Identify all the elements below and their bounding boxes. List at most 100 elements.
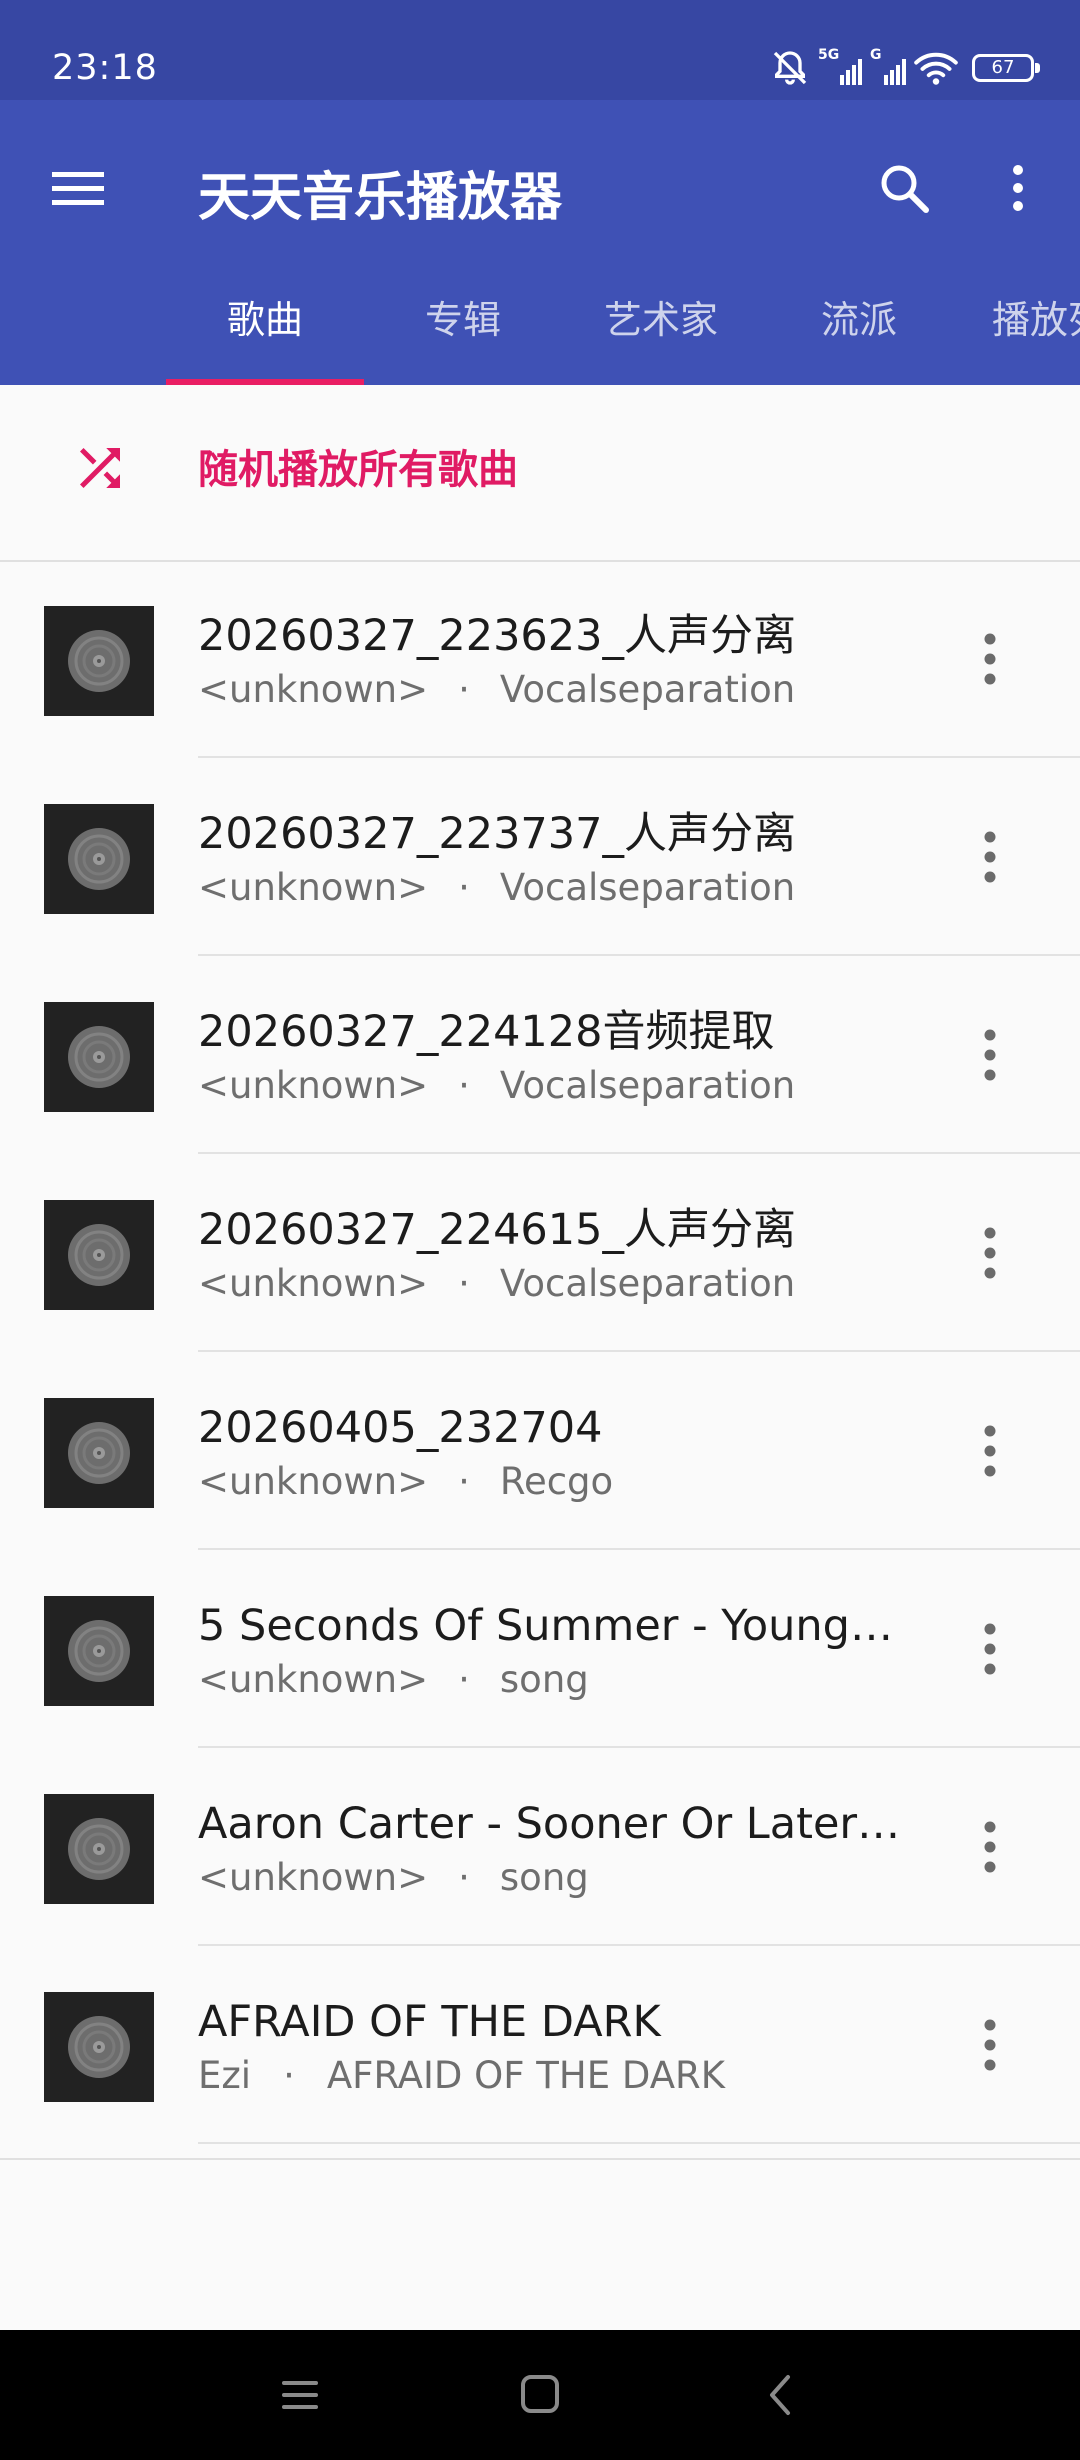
separator: · (458, 1262, 470, 1305)
song-album: AFRAID OF THE DARK (326, 2054, 725, 2097)
status-icons: 5G G 67 (770, 44, 1040, 92)
more-vert-icon[interactable] (960, 1808, 1020, 1886)
album-art (44, 1794, 154, 1904)
bell-off-icon (773, 51, 807, 85)
song-title: 5 Seconds Of Summer - Young… (198, 1601, 893, 1651)
vinyl-icon (68, 1422, 130, 1484)
tab-playlists[interactable]: 播放列表 (960, 270, 1080, 385)
battery-icon: 67 (972, 54, 1040, 82)
song-album: Vocalseparation (499, 1064, 796, 1107)
song-subtitle: <unknown> · song (198, 1656, 908, 1704)
more-vert-icon[interactable] (960, 1412, 1020, 1490)
song-subtitle: <unknown> · Vocalseparation (198, 666, 908, 714)
album-art (44, 1200, 154, 1310)
tab-albums[interactable]: 专辑 (364, 270, 562, 385)
song-row[interactable]: 20260327_223737_人声分离 <unknown> · Vocalsepa… (0, 758, 1080, 956)
list-end-divider (0, 2158, 1080, 2160)
separator: · (458, 668, 470, 711)
song-row[interactable]: 20260327_223623_人声分离 <unknown> · Vocalsepa… (0, 560, 1080, 758)
network-g-label: G (870, 47, 882, 63)
status-bar: 23:18 5G G 67 (0, 0, 1080, 100)
song-row[interactable]: 20260327_224128音频提取 <unknown> · Vocalsepar… (0, 956, 1080, 1154)
shuffle-all-button[interactable]: 随机播放所有歌曲 (0, 385, 1080, 560)
tab-artists[interactable]: 艺术家 (562, 270, 760, 385)
signal-icon: G (870, 47, 906, 85)
status-time: 23:18 (52, 48, 158, 88)
app-bar: 天天音乐播放器 歌曲 专辑 艺术家 流派 播放列表 (0, 100, 1080, 385)
vinyl-icon (68, 1026, 130, 1088)
more-vert-icon[interactable] (960, 1610, 1020, 1688)
song-subtitle: <unknown> · Vocalseparation (198, 1260, 908, 1308)
signal-icon: 5G (818, 47, 862, 85)
vinyl-icon (68, 1620, 130, 1682)
album-art (44, 606, 154, 716)
network-5g-label: 5G (818, 47, 840, 63)
separator: · (283, 2054, 295, 2097)
shuffle-label: 随机播放所有歌曲 (198, 447, 518, 493)
song-artist: <unknown> (198, 1658, 429, 1701)
song-artist: <unknown> (198, 1064, 429, 1107)
song-album: Vocalseparation (499, 866, 796, 909)
more-vert-icon[interactable] (960, 2006, 1020, 2084)
album-art (44, 804, 154, 914)
tab-genres[interactable]: 流派 (760, 270, 958, 385)
song-row[interactable]: 20260327_224615_人声分离 <unknown> · Vocalsepa… (0, 1154, 1080, 1352)
song-subtitle: <unknown> · Vocalseparation (198, 864, 908, 912)
search-icon[interactable] (866, 150, 942, 226)
song-list: 20260327_223623_人声分离 <unknown> · Vocalsepa… (0, 560, 1080, 2144)
song-artist: Ezi (198, 2054, 252, 2097)
home-icon[interactable] (505, 2360, 575, 2430)
album-art (44, 1992, 154, 2102)
song-subtitle: Ezi · AFRAID OF THE DARK (198, 2052, 908, 2100)
more-vert-icon[interactable] (960, 620, 1020, 698)
vinyl-icon (68, 1818, 130, 1880)
separator: · (458, 1064, 470, 1107)
song-title: Aaron Carter - Sooner Or Later… (198, 1799, 901, 1849)
song-album: Recgo (499, 1460, 614, 1503)
song-title: 20260405_232704 (198, 1403, 603, 1453)
separator: · (458, 1658, 470, 1701)
song-row[interactable]: AFRAID OF THE DARK Ezi · AFRAID OF THE DAR… (0, 1946, 1080, 2144)
song-subtitle: <unknown> · Recgo (198, 1458, 908, 1506)
song-album: song (499, 1856, 589, 1899)
song-title: 20260327_224615_人声分离 (198, 1205, 797, 1255)
song-title: 20260327_224128音频提取 (198, 1007, 775, 1057)
more-vert-icon[interactable] (960, 1016, 1020, 1094)
app-title: 天天音乐播放器 (198, 168, 563, 228)
song-title: AFRAID OF THE DARK (198, 1997, 661, 2047)
album-art (44, 1398, 154, 1508)
vinyl-icon (68, 1224, 130, 1286)
song-row[interactable]: 5 Seconds Of Summer - Young… <unknown> · s… (0, 1550, 1080, 1748)
navigation-bar (0, 2330, 1080, 2460)
song-artist: <unknown> (198, 668, 429, 711)
song-row[interactable]: 20260405_232704 <unknown> · Recgo (0, 1352, 1080, 1550)
hamburger-menu-icon[interactable] (40, 150, 116, 226)
separator: · (458, 1460, 470, 1503)
song-row[interactable]: Aaron Carter - Sooner Or Later… <unknown… (0, 1748, 1080, 1946)
song-album: song (499, 1658, 589, 1701)
separator: · (458, 1856, 470, 1899)
more-vert-icon[interactable] (960, 818, 1020, 896)
tab-songs[interactable]: 歌曲 (166, 270, 364, 385)
song-title: 20260327_223623_人声分离 (198, 611, 797, 661)
song-subtitle: <unknown> · Vocalseparation (198, 1062, 908, 1110)
song-artist: <unknown> (198, 1460, 429, 1503)
song-artist: <unknown> (198, 1262, 429, 1305)
album-art (44, 1596, 154, 1706)
separator: · (458, 866, 470, 909)
album-art (44, 1002, 154, 1112)
song-album: Vocalseparation (499, 1262, 796, 1305)
song-artist: <unknown> (198, 1856, 429, 1899)
shuffle-icon (80, 448, 120, 488)
vinyl-icon (68, 630, 130, 692)
vinyl-icon (68, 828, 130, 890)
back-icon[interactable] (745, 2360, 815, 2430)
divider (198, 2142, 1080, 2144)
vinyl-icon (68, 2016, 130, 2078)
more-vert-icon[interactable] (980, 150, 1056, 226)
song-title: 20260327_223737_人声分离 (198, 809, 797, 859)
song-artist: <unknown> (198, 866, 429, 909)
more-vert-icon[interactable] (960, 1214, 1020, 1292)
recent-apps-icon[interactable] (265, 2360, 335, 2430)
wifi-icon (914, 52, 958, 85)
